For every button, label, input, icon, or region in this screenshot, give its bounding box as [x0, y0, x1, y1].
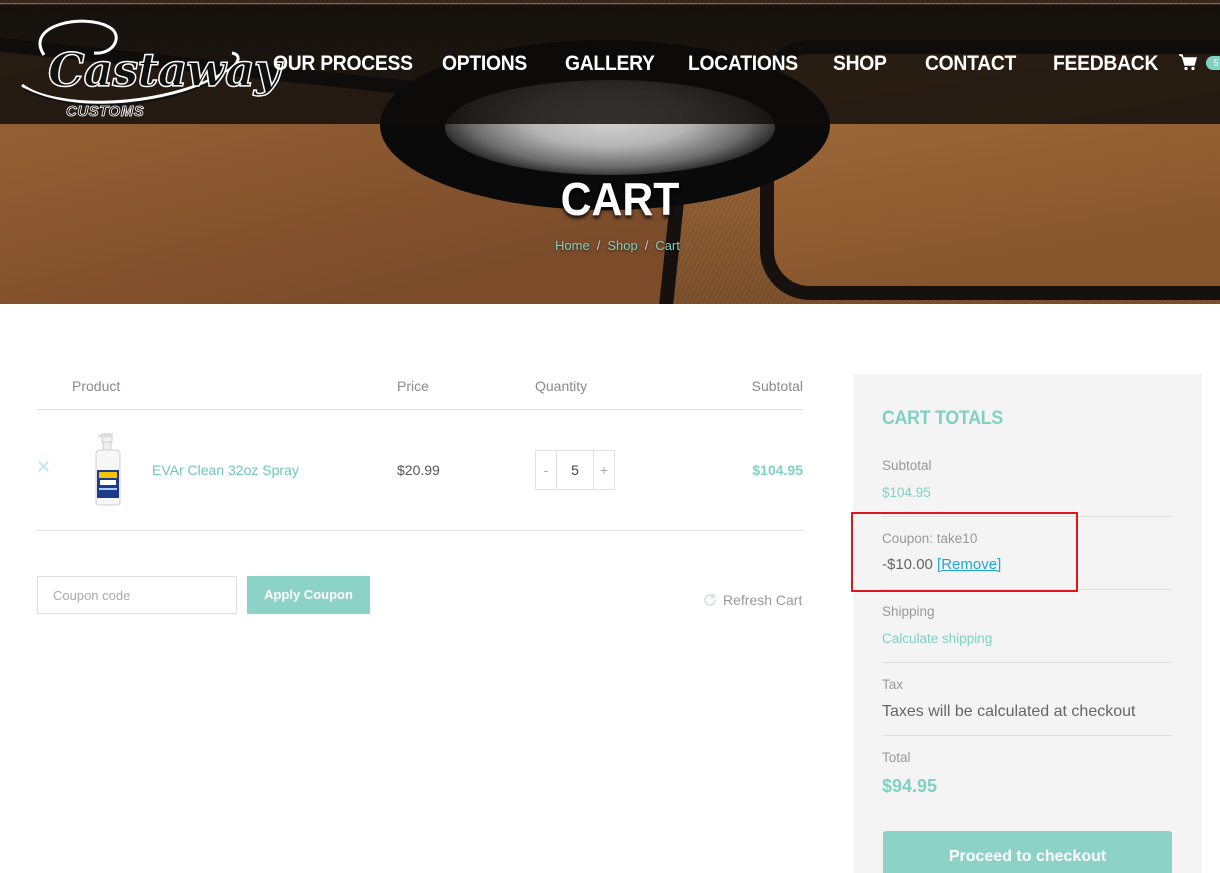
nav-contact[interactable]: CONTACT: [925, 52, 1016, 76]
proceed-to-checkout-button[interactable]: Proceed to checkout: [883, 831, 1172, 873]
quantity-stepper: - 5 +: [535, 450, 615, 490]
subtotal-value: $104.95: [882, 485, 931, 500]
cart-totals-title: CART TOTALS: [882, 408, 1003, 429]
remove-item-icon[interactable]: ✕: [36, 457, 51, 478]
total-value: $94.95: [882, 776, 938, 796]
refresh-cart-button[interactable]: Refresh Cart: [702, 592, 802, 608]
nav-locations[interactable]: LOCATIONS: [688, 52, 798, 76]
column-header-price: Price: [397, 378, 429, 394]
site-logo[interactable]: Castaway CUSTOMS: [14, 15, 281, 121]
tax-label: Tax: [882, 677, 904, 692]
column-header-product: Product: [72, 378, 121, 394]
calculate-shipping-link[interactable]: Calculate shipping: [882, 631, 992, 646]
breadcrumb-shop[interactable]: Shop: [607, 238, 637, 253]
apply-coupon-button[interactable]: Apply Coupon: [247, 576, 370, 614]
nav-our-process[interactable]: OUR PROCESS: [273, 52, 413, 76]
refresh-cart-label: Refresh Cart: [723, 592, 803, 608]
site-header: Castaway CUSTOMS OUR PROCESS OPTIONS GAL…: [0, 5, 1220, 124]
column-header-quantity: Quantity: [535, 378, 588, 394]
total-label: Total: [882, 750, 911, 765]
breadcrumb-cart: Cart: [655, 238, 680, 253]
quantity-input[interactable]: 5: [556, 451, 594, 489]
column-header-subtotal: Subtotal: [751, 378, 803, 394]
coupon-highlight-box: [851, 512, 1078, 592]
line-subtotal: $104.95: [752, 462, 803, 478]
product-price: $20.99: [397, 462, 440, 478]
shopping-cart-icon[interactable]: [1178, 53, 1198, 71]
nav-feedback[interactable]: FEEDBACK: [1053, 52, 1158, 76]
refresh-icon: [704, 593, 717, 607]
cart-totals-panel: CART TOTALS Subtotal $104.95 Coupon: tak…: [853, 374, 1202, 873]
quantity-decrease-button[interactable]: -: [536, 451, 556, 489]
tax-value: Taxes will be calculated at checkout: [882, 703, 1136, 720]
nav-gallery[interactable]: GALLERY: [565, 52, 655, 76]
product-thumbnail[interactable]: [88, 432, 128, 506]
breadcrumb-home[interactable]: Home: [555, 238, 590, 253]
quantity-increase-button[interactable]: +: [594, 451, 614, 489]
logo-wordmark: Castaway: [47, 42, 281, 98]
shipping-label: Shipping: [882, 604, 935, 619]
subtotal-label: Subtotal: [882, 458, 932, 473]
nav-shop[interactable]: SHOP: [833, 52, 887, 76]
cart-count-badge: 5: [1206, 56, 1220, 70]
coupon-code-input[interactable]: [37, 576, 237, 614]
nav-options[interactable]: OPTIONS: [442, 52, 527, 76]
product-name-link[interactable]: EVAr Clean 32oz Spray: [152, 462, 299, 478]
page-title: CART: [560, 173, 680, 225]
logo-subtext: CUSTOMS: [66, 103, 145, 121]
breadcrumb: Home / Shop / Cart: [555, 238, 680, 253]
